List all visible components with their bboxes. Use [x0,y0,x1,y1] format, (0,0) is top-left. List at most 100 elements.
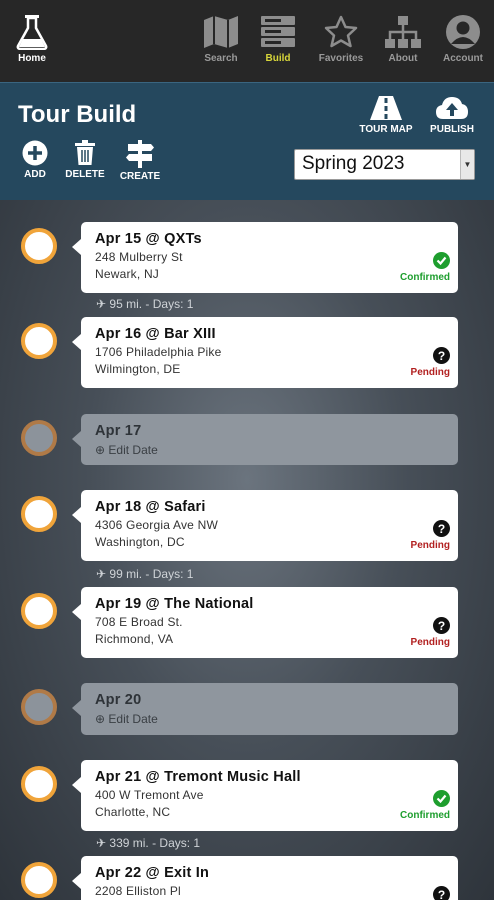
season-select-value: Spring 2023 [302,153,405,174]
stop-address: 248 Mulberry St [95,250,183,264]
timeline-dot [21,496,57,532]
plane-icon: ✈ [96,836,107,850]
top-nav: Home Search Build Favorites About Accoun… [0,0,494,82]
delete-label: DELETE [65,169,105,180]
question-circle-icon: ? [433,347,450,364]
publish-button[interactable]: PUBLISH [424,95,480,135]
stop-city: Charlotte, NC [95,805,171,819]
stop-title: Apr 22 @ Exit In [95,865,210,881]
tour-timeline: Apr 15 @ QXTs 248 Mulberry St Newark, NJ… [0,200,494,900]
tour-map-label: TOUR MAP [359,124,413,135]
stop-address: 2208 Elliston Pl [95,884,181,898]
status-badge: ? Pending [410,520,450,551]
edit-date-link[interactable]: ⊕ Edit Date [95,712,444,726]
stop-title: Apr 19 @ The National [95,596,254,612]
check-circle-icon [433,790,450,807]
signpost-icon [126,140,154,168]
create-button[interactable]: CREATE [117,140,163,182]
create-label: CREATE [119,171,161,182]
tour-stop-card[interactable]: Apr 19 @ The National 708 E Broad St. Ri… [72,587,458,658]
nav-favorites[interactable]: Favorites [311,14,371,64]
stop-city: Newark, NJ [95,267,160,281]
tour-map-button[interactable]: TOUR MAP [355,95,417,135]
status-badge: Confirmed [400,252,450,283]
stop-address: 4306 Georgia Ave NW [95,518,218,532]
timeline-dot [21,420,57,456]
trash-icon [75,140,95,165]
stop-title: Apr 17 [95,423,142,439]
chevron-down-icon: ▼ [460,150,474,179]
timeline-dot [21,689,57,725]
stop-title: Apr 20 [95,692,142,708]
add-label: ADD [24,169,46,180]
server-icon [261,16,295,47]
svg-text:?: ? [438,522,445,536]
edit-date-link[interactable]: ⊕ Edit Date [95,443,444,457]
status-badge: Confirmed [400,790,450,821]
user-icon [446,15,480,49]
question-circle-icon: ? [433,617,450,634]
nav-about-label: About [388,53,418,64]
flask-icon [16,15,48,50]
delete-button[interactable]: DELETE [62,140,108,180]
tour-stop-card[interactable]: Apr 21 @ Tremont Music Hall 400 W Tremon… [72,760,458,831]
stop-address: 708 E Broad St. [95,615,183,629]
plane-icon: ✈ [96,567,107,581]
nav-home-label: Home [18,53,46,64]
question-circle-icon: ? [433,520,450,537]
status-badge: ? Pending [410,617,450,648]
stop-title: Apr 21 @ Tremont Music Hall [95,769,301,785]
tour-stop-card[interactable]: Apr 18 @ Safari 4306 Georgia Ave NW Wash… [72,490,458,561]
map-icon [204,16,238,48]
season-select[interactable]: Spring 2023 ▼ [294,149,475,180]
plus-circle-small-icon: ⊕ [95,443,106,457]
check-circle-icon [433,252,450,269]
nav-search[interactable]: Search [191,14,251,64]
svg-text:?: ? [438,619,445,633]
stop-title: Apr 16 @ Bar XIII [95,326,216,342]
nav-build-label: Build [265,53,291,64]
publish-label: PUBLISH [430,124,474,135]
nav-account-label: Account [443,53,483,64]
road-icon [370,96,402,120]
distance-label: ✈ 99 mi. - Days: 1 [96,567,194,581]
stop-city: Richmond, VA [95,632,174,646]
timeline-dot [21,593,57,629]
timeline-dot [21,323,57,359]
stop-city: Wilmington, DE [95,362,181,376]
timeline-dot [21,766,57,802]
sitemap-icon [385,16,421,48]
tour-stop-card[interactable]: Apr 22 @ Exit In 2208 Elliston Pl ? [72,856,458,900]
tour-header: Tour Build TOUR MAP PUBLISH ADD DELETE C… [0,82,494,200]
question-circle-icon: ? [433,886,450,900]
cloud-upload-icon [436,97,468,119]
plus-circle-icon [22,140,48,166]
nav-home[interactable]: Home [2,14,62,64]
nav-account[interactable]: Account [433,14,493,64]
stop-address: 1706 Philadelphia Pike [95,345,222,359]
stop-title: Apr 18 @ Safari [95,499,206,515]
nav-about[interactable]: About [373,14,433,64]
tour-stop-card[interactable]: Apr 15 @ QXTs 248 Mulberry St Newark, NJ… [72,222,458,293]
timeline-dot [21,862,57,898]
tour-stop-card[interactable]: Apr 20 ⊕ Edit Date [72,683,458,735]
stop-title: Apr 15 @ QXTs [95,231,202,247]
distance-label: ✈ 95 mi. - Days: 1 [96,297,194,311]
add-button[interactable]: ADD [17,140,53,180]
svg-text:?: ? [438,349,445,363]
tour-stop-card[interactable]: Apr 16 @ Bar XIII 1706 Philadelphia Pike… [72,317,458,388]
nav-favorites-label: Favorites [318,53,364,64]
stop-address: 400 W Tremont Ave [95,788,204,802]
tour-stop-card[interactable]: Apr 17 ⊕ Edit Date [72,414,458,465]
stop-city: Washington, DC [95,535,185,549]
svg-text:?: ? [438,888,445,900]
nav-build[interactable]: Build [248,14,308,64]
star-icon [324,15,358,48]
timeline-dot [21,228,57,264]
plus-circle-small-icon: ⊕ [95,712,106,726]
plane-icon: ✈ [96,297,107,311]
nav-search-label: Search [204,53,238,64]
status-badge: ? [433,886,450,900]
page-title: Tour Build [18,101,137,128]
distance-label: ✈ 339 mi. - Days: 1 [96,836,201,850]
